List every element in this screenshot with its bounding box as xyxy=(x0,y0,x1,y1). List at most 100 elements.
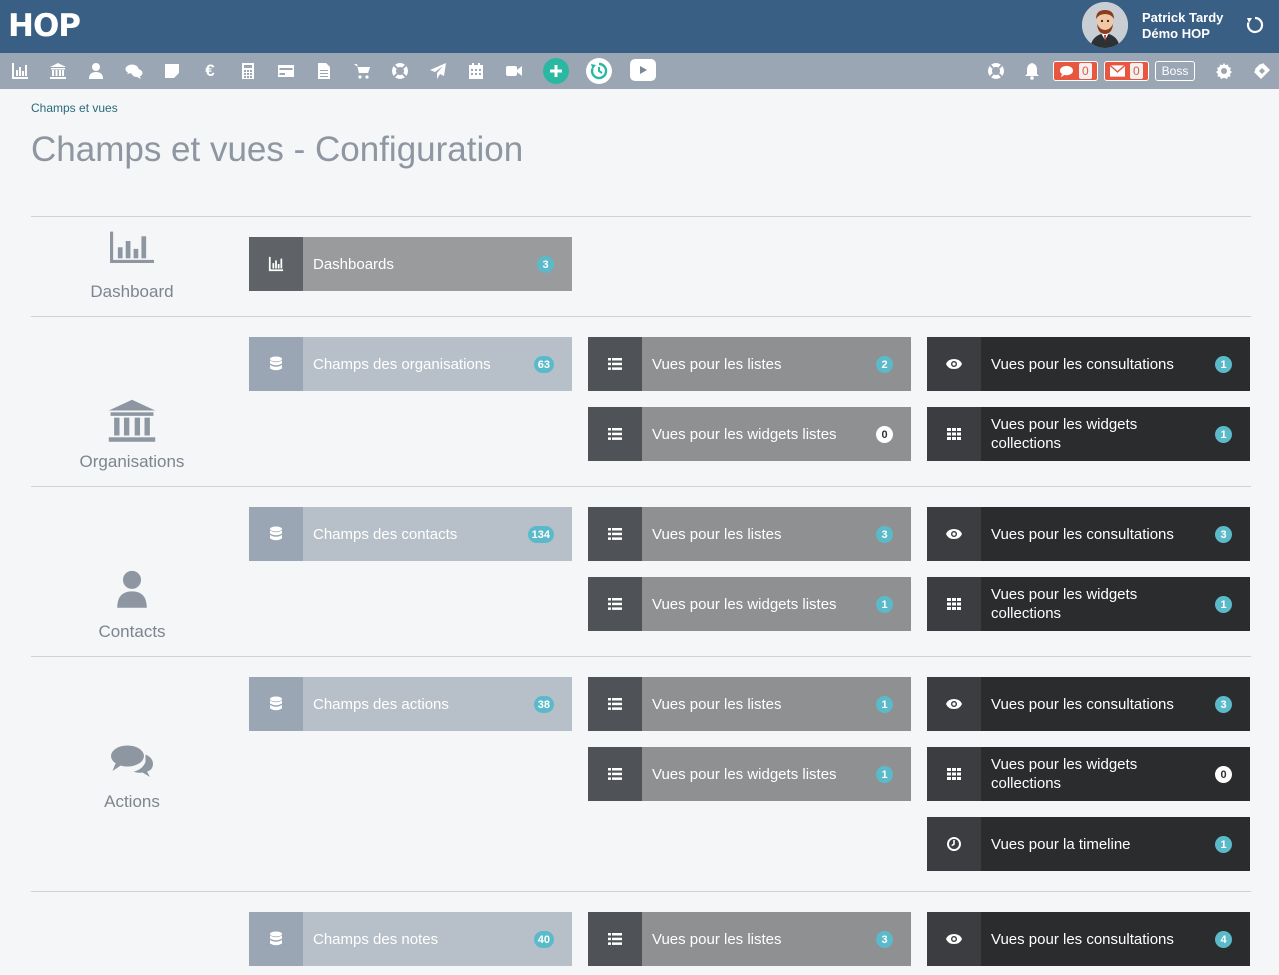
grid-icon xyxy=(927,747,981,801)
help-lifebuoy-icon[interactable] xyxy=(985,60,1007,82)
list-icon xyxy=(588,747,642,801)
eye-icon xyxy=(927,912,981,966)
note-icon[interactable] xyxy=(161,60,183,82)
count-badge: 0 xyxy=(1215,766,1232,783)
card-label: Vues pour les widgets listes xyxy=(642,747,911,801)
user-organisation[interactable]: Démo HOP xyxy=(1142,26,1210,41)
card-action-list-views[interactable]: Vues pour les listes 1 xyxy=(588,677,911,731)
count-badge: 3 xyxy=(1215,526,1232,543)
eye-icon xyxy=(927,337,981,391)
list-icon xyxy=(588,912,642,966)
ticket-icon[interactable] xyxy=(1251,60,1273,82)
bell-icon[interactable] xyxy=(1021,60,1043,82)
eye-icon xyxy=(927,507,981,561)
user-name[interactable]: Patrick Tardy xyxy=(1142,10,1223,25)
chart-icon[interactable] xyxy=(9,60,31,82)
list-icon xyxy=(588,337,642,391)
hop-logo[interactable]: HOP xyxy=(8,8,81,44)
card-label: Vues pour les widgets collections xyxy=(981,577,1250,631)
video-icon[interactable] xyxy=(503,60,525,82)
card-label: Champs des notes xyxy=(303,912,572,966)
card-organisation-widget-collection-views[interactable]: Vues pour les widgets collections 1 xyxy=(927,407,1250,461)
card-organisation-fields[interactable]: Champs des organisations 63 xyxy=(249,337,572,391)
database-icon xyxy=(249,912,303,966)
add-icon[interactable] xyxy=(543,58,569,84)
youtube-icon[interactable] xyxy=(630,59,656,81)
cart-icon[interactable] xyxy=(351,60,373,82)
card-label: Dashboards xyxy=(303,237,572,291)
count-badge: 38 xyxy=(533,696,554,713)
card-note-list-views[interactable]: Vues pour les listes 3 xyxy=(588,912,911,966)
card-label: Vues pour les widgets listes xyxy=(642,407,911,461)
breadcrumb[interactable]: Champs et vues xyxy=(31,101,118,115)
card-organisation-widget-list-views[interactable]: Vues pour les widgets listes 0 xyxy=(588,407,911,461)
card-contact-fields[interactable]: Champs des contacts 134 xyxy=(249,507,572,561)
card-label: Vues pour les widgets collections xyxy=(981,407,1250,461)
grid-icon xyxy=(927,577,981,631)
avatar[interactable] xyxy=(1082,2,1128,48)
card-note-consult-views[interactable]: Vues pour les consultations 4 xyxy=(927,912,1250,966)
section-label-contacts: Contacts xyxy=(98,622,166,641)
history-icon[interactable] xyxy=(586,58,612,84)
card-organisation-consult-views[interactable]: Vues pour les consultations 1 xyxy=(927,337,1250,391)
card-label: Vues pour les listes xyxy=(642,507,911,561)
card-contact-widget-collection-views[interactable]: Vues pour les widgets collections 1 xyxy=(927,577,1250,631)
count-badge: 4 xyxy=(1215,931,1232,948)
card-contact-consult-views[interactable]: Vues pour les consultations 3 xyxy=(927,507,1250,561)
calendar-icon[interactable] xyxy=(465,60,487,82)
card-contact-widget-list-views[interactable]: Vues pour les widgets listes 1 xyxy=(588,577,911,631)
count-badge: 1 xyxy=(1215,596,1232,613)
mail-icon xyxy=(1110,65,1125,77)
send-icon[interactable] xyxy=(427,60,449,82)
card-contact-list-views[interactable]: Vues pour les listes 3 xyxy=(588,507,911,561)
calculator-icon[interactable] xyxy=(237,60,259,82)
count-badge: 1 xyxy=(876,766,893,783)
grid-icon xyxy=(927,407,981,461)
card-action-consult-views[interactable]: Vues pour les consultations 3 xyxy=(927,677,1250,731)
divider xyxy=(31,216,1251,217)
section-label-organisations: Organisations xyxy=(79,452,185,471)
section-label-dashboard: Dashboard xyxy=(90,282,174,301)
card-note-fields[interactable]: Champs des notes 40 xyxy=(249,912,572,966)
card-label: Champs des actions xyxy=(303,677,572,731)
section-label-actions: Actions xyxy=(104,792,160,811)
mail-count: 0 xyxy=(1130,63,1143,79)
user-icon[interactable] xyxy=(85,60,107,82)
card-organisation-list-views[interactable]: Vues pour les listes 2 xyxy=(588,337,911,391)
divider xyxy=(31,486,1251,487)
database-icon xyxy=(249,677,303,731)
credit-card-icon[interactable] xyxy=(275,60,297,82)
clock-icon xyxy=(927,817,981,871)
card-action-widget-list-views[interactable]: Vues pour les widgets listes 1 xyxy=(588,747,911,801)
count-badge: 3 xyxy=(876,931,893,948)
app-header: HOP Patrick Tardy Démo HOP xyxy=(0,0,1279,53)
card-action-widget-collection-views[interactable]: Vues pour les widgets collections 0 xyxy=(927,747,1250,801)
document-icon[interactable] xyxy=(313,60,335,82)
database-icon xyxy=(249,337,303,391)
card-action-timeline-views[interactable]: Vues pour la timeline 1 xyxy=(927,817,1250,871)
mail-counter[interactable]: 0 xyxy=(1104,61,1149,81)
bank-icon[interactable] xyxy=(47,60,69,82)
gear-icon[interactable] xyxy=(1213,60,1235,82)
euro-icon[interactable]: € xyxy=(199,60,221,82)
count-badge: 2 xyxy=(876,356,893,373)
card-action-fields[interactable]: Champs des actions 38 xyxy=(249,677,572,731)
count-badge: 1 xyxy=(876,596,893,613)
page-title: Champs et vues - Configuration xyxy=(31,130,524,169)
card-label: Vues pour les listes xyxy=(642,677,911,731)
refresh-icon[interactable] xyxy=(1244,14,1266,36)
eye-icon xyxy=(927,677,981,731)
divider xyxy=(31,316,1251,317)
card-dashboards[interactable]: Dashboards 3 xyxy=(249,237,572,291)
list-icon xyxy=(588,407,642,461)
count-badge: 1 xyxy=(1215,836,1232,853)
lifebuoy-icon[interactable] xyxy=(389,60,411,82)
card-label: Vues pour les consultations xyxy=(981,912,1250,966)
boss-button[interactable]: Boss xyxy=(1155,61,1195,81)
database-icon xyxy=(249,507,303,561)
chat-icon[interactable] xyxy=(123,60,145,82)
bank-icon xyxy=(102,398,162,454)
dashboard-chart-icon xyxy=(102,230,162,286)
count-badge: 3 xyxy=(876,526,893,543)
messages-counter[interactable]: 0 xyxy=(1053,61,1098,81)
